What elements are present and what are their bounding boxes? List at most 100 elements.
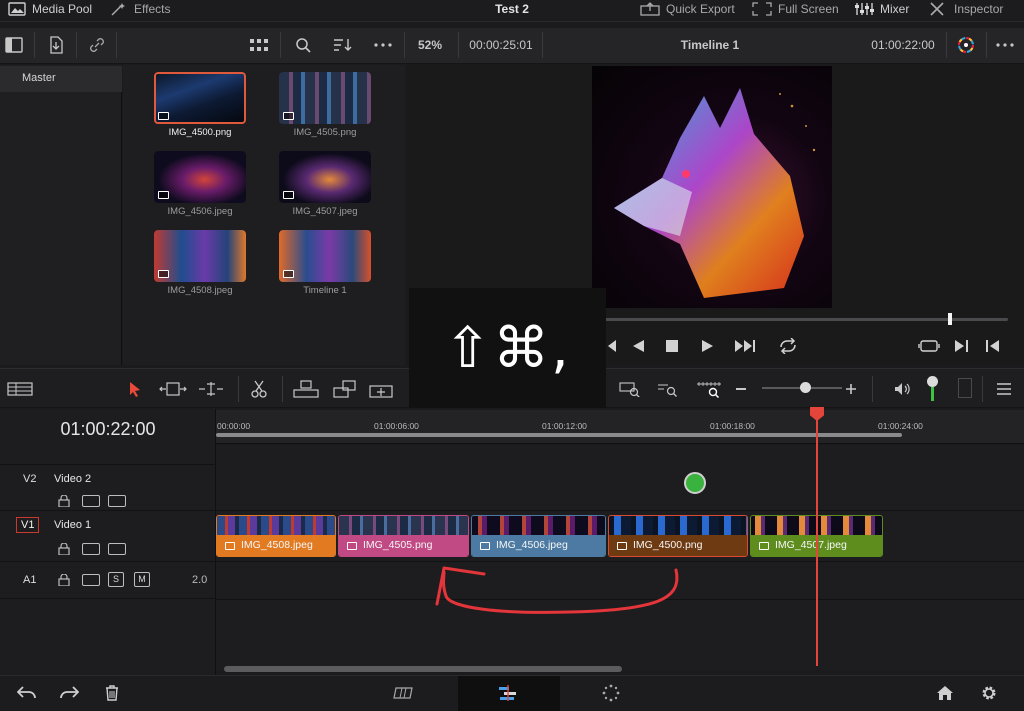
- fusion-page-button[interactable]: [596, 676, 626, 710]
- cut-page-button[interactable]: [388, 676, 420, 710]
- zoom-detail-button[interactable]: [654, 372, 682, 406]
- timeline-icon: [283, 270, 294, 278]
- media-item[interactable]: IMG_4506.jpeg: [154, 151, 246, 217]
- media-item[interactable]: Timeline 1: [279, 230, 371, 296]
- viewer-frame: [592, 66, 832, 308]
- search-button[interactable]: [290, 28, 316, 62]
- timeline-clip[interactable]: IMG_4505.png: [338, 515, 469, 557]
- panel-toggle-button[interactable]: [0, 28, 28, 62]
- trim-tool-button[interactable]: [156, 372, 190, 406]
- dynamic-trim-icon: [199, 382, 223, 396]
- replace-clip-button[interactable]: [366, 372, 396, 406]
- quick-export-button[interactable]: Quick Export: [640, 2, 735, 16]
- lock-icon[interactable]: [58, 573, 70, 587]
- lock-icon[interactable]: [58, 542, 70, 556]
- mute-button[interactable]: M: [134, 572, 150, 587]
- edit-page-button[interactable]: [492, 676, 524, 710]
- timeline-clip[interactable]: IMG_4506.jpeg: [471, 515, 606, 557]
- next-edit-button[interactable]: [950, 334, 974, 358]
- timeline-ruler[interactable]: 00:00:00 01:00:06:00 01:00:12:00 01:00:1…: [216, 410, 1024, 444]
- insert-clip-button[interactable]: [290, 372, 322, 406]
- timeline-playhead[interactable]: [816, 410, 818, 666]
- media-thumbnail: [279, 72, 371, 124]
- track-toggle-icon[interactable]: [108, 495, 126, 507]
- settings-button[interactable]: [974, 676, 1004, 710]
- timeline-overview-bar[interactable]: [216, 433, 902, 437]
- media-item[interactable]: IMG_4507.jpeg: [279, 151, 371, 217]
- zoom-in-button[interactable]: [842, 372, 860, 406]
- timeline-clip[interactable]: IMG_4500.png: [608, 515, 748, 557]
- effects-tab[interactable]: Effects: [110, 2, 170, 16]
- mixer-button[interactable]: Mixer: [854, 2, 909, 16]
- media-more-button[interactable]: [370, 28, 396, 62]
- zoom-out-button[interactable]: [732, 372, 750, 406]
- lock-icon[interactable]: [58, 494, 70, 508]
- media-item[interactable]: IMG_4505.png: [279, 72, 371, 138]
- viewer-playhead[interactable]: [948, 313, 952, 325]
- timeline-clip[interactable]: IMG_4508.jpeg: [216, 515, 336, 557]
- sort-button[interactable]: [330, 28, 356, 62]
- gear-icon: [982, 686, 996, 700]
- solo-button[interactable]: S: [108, 572, 124, 587]
- media-pool-label: Media Pool: [32, 2, 93, 16]
- media-pool-tab[interactable]: Media Pool: [8, 2, 92, 16]
- loop-button[interactable]: [774, 334, 802, 358]
- zoom-custom-button[interactable]: [694, 372, 724, 406]
- track-toggle-icon[interactable]: [108, 543, 126, 555]
- match-frame-button[interactable]: [914, 334, 944, 358]
- viewer-scrubber[interactable]: [598, 318, 1008, 321]
- stop-icon: [666, 340, 678, 352]
- auto-select-icon[interactable]: [82, 495, 100, 507]
- media-item[interactable]: IMG_4508.jpeg: [154, 230, 246, 296]
- auto-select-icon[interactable]: [82, 543, 100, 555]
- next-clip-button[interactable]: [732, 334, 760, 358]
- redo-button[interactable]: [54, 676, 84, 710]
- timeline-name[interactable]: Timeline 1: [640, 28, 780, 62]
- zoom-level[interactable]: 52%: [410, 28, 450, 62]
- effects-label: Effects: [134, 2, 171, 16]
- timeline-tracks[interactable]: [216, 445, 1024, 670]
- ruler-label: 01:00:18:00: [710, 421, 755, 431]
- blade-edit-button[interactable]: [194, 372, 228, 406]
- zoom-full-button[interactable]: [616, 372, 644, 406]
- zoom-slider-knob[interactable]: [800, 382, 811, 393]
- inspector-button[interactable]: Inspector: [928, 2, 1003, 16]
- timeline-view-button[interactable]: [4, 372, 36, 406]
- color-button[interactable]: [952, 28, 980, 62]
- audio-button[interactable]: [890, 372, 914, 406]
- redo-icon: [60, 686, 79, 699]
- bin-master[interactable]: Master: [0, 66, 122, 92]
- auto-select-icon[interactable]: [82, 574, 100, 586]
- play-reverse-button[interactable]: [626, 334, 650, 358]
- overwrite-icon: [333, 380, 356, 398]
- stop-button[interactable]: [660, 334, 684, 358]
- razor-button[interactable]: [246, 372, 272, 406]
- track-id[interactable]: V1: [16, 517, 40, 533]
- export-icon: [640, 2, 660, 16]
- clip-name: IMG_4500.png: [633, 539, 703, 551]
- minus-icon: [736, 388, 746, 390]
- magic-wand-icon: [111, 3, 125, 16]
- audio-marker-dot[interactable]: [684, 472, 706, 494]
- import-button[interactable]: [42, 28, 70, 62]
- grid-view-button[interactable]: [246, 28, 272, 62]
- overwrite-clip-button[interactable]: [330, 372, 360, 406]
- mixer-icon: [855, 3, 874, 15]
- select-tool-button[interactable]: [122, 372, 148, 406]
- media-label: Timeline 1: [303, 285, 347, 296]
- play-button[interactable]: [696, 334, 720, 358]
- timeline-menu-button[interactable]: [992, 372, 1016, 406]
- undo-button[interactable]: [12, 676, 42, 710]
- full-screen-button[interactable]: Full Screen: [752, 2, 839, 16]
- home-button[interactable]: [930, 676, 960, 710]
- cursor-icon: [130, 382, 140, 397]
- unlink-button[interactable]: [84, 28, 110, 62]
- top-bar: Media Pool Effects Test 2 Quick Export F…: [0, 0, 1024, 22]
- volume-knob[interactable]: [927, 376, 938, 387]
- timeline-scrollbar[interactable]: [224, 666, 622, 672]
- grid-icon: [250, 39, 268, 51]
- viewer-more-button[interactable]: [992, 28, 1018, 62]
- media-item[interactable]: IMG_4500.png: [154, 72, 246, 138]
- delete-button[interactable]: [98, 676, 126, 710]
- prev-edit-button[interactable]: [980, 334, 1004, 358]
